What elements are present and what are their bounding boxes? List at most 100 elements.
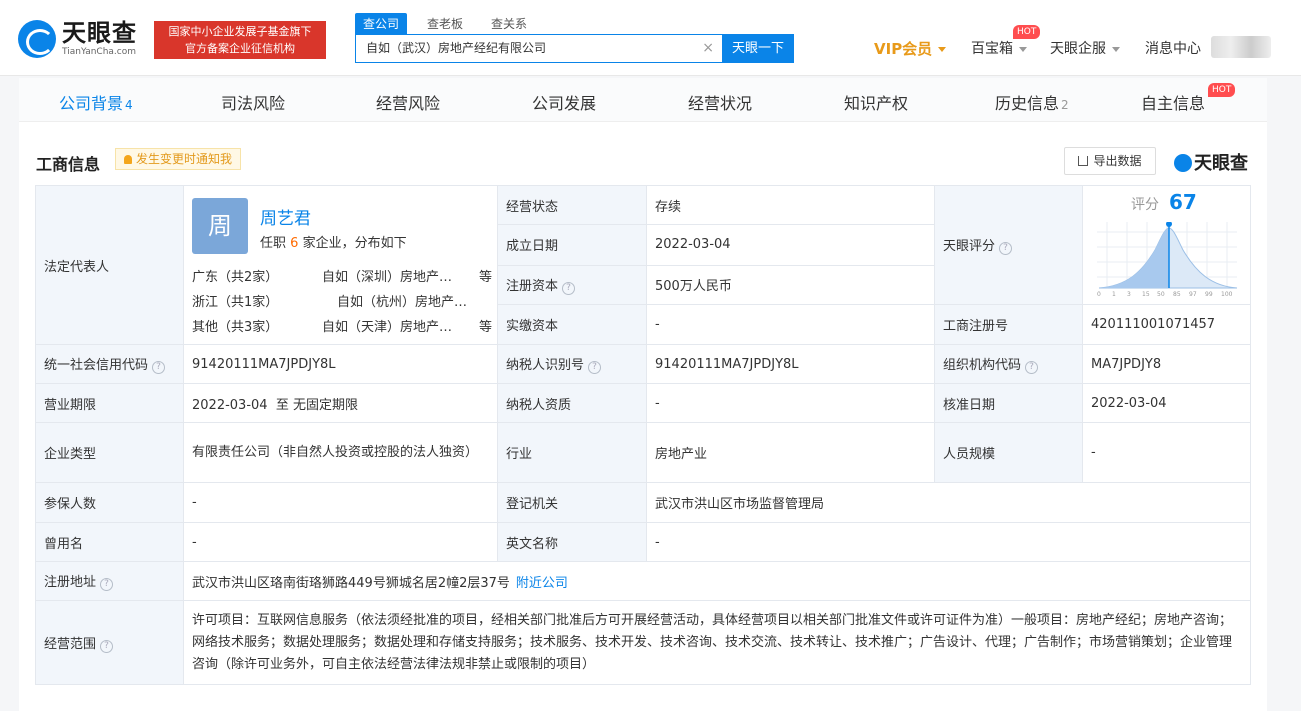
region-label: 其他（共3家）	[192, 320, 279, 335]
tab-self-info[interactable]: 自主信息	[1141, 90, 1205, 114]
top-header: 天眼查 TianYanCha.com 国家中小企业发展子基金旗下 官方备案企业征…	[0, 0, 1301, 76]
est-date-label: 成立日期	[497, 224, 647, 266]
approve-date-label: 核准日期	[934, 383, 1083, 423]
tab-label: 公司背景	[59, 94, 124, 113]
help-icon[interactable]: ?	[100, 578, 114, 591]
logo-eye-icon	[1174, 154, 1192, 172]
authority-label: 登记机关	[497, 482, 647, 523]
taxpayer-qual-label: 纳税人资质	[497, 383, 647, 423]
summary-count: 6	[290, 236, 299, 251]
chevron-down-icon	[1019, 46, 1027, 52]
legal-rep-avatar[interactable]: 周	[192, 198, 248, 254]
region-label: 浙江（共1家）	[192, 295, 279, 310]
staff-size-value: -	[1082, 422, 1251, 483]
staff-size-label: 人员规模	[934, 422, 1083, 483]
nearby-companies-link[interactable]: 附近公司	[516, 576, 568, 591]
credit-code-label-cell: 统一社会信用代码?	[35, 344, 184, 384]
export-data-button[interactable]: 导出数据	[1064, 147, 1156, 175]
search-input[interactable]: 自如（武汉）房地产经纪有限公司 ×	[355, 34, 723, 63]
credit-code-value: 91420111MA7JPDJY8L	[183, 344, 498, 384]
legal-rep-name-link[interactable]: 周艺君	[260, 204, 311, 229]
enterprise-service-menu[interactable]: 天眼企服	[1050, 38, 1120, 58]
score-cell[interactable]: 评分 67 0 1 3 15 50 85 97 99 100	[1082, 185, 1251, 305]
score-label-cell: 天眼评分?	[934, 185, 1083, 305]
legal-rep-label: 法定代表人	[35, 185, 184, 345]
gov-badge: 国家中小企业发展子基金旗下 官方备案企业征信机构	[154, 21, 326, 59]
tab-judicial-risk[interactable]: 司法风险	[221, 90, 285, 114]
biz-status-label: 经营状态	[497, 184, 647, 226]
region-etc: 等	[478, 320, 492, 335]
tab-company-background[interactable]: 公司背景 4	[59, 90, 133, 114]
taxpayer-id-label-cell: 纳税人识别号?	[497, 344, 647, 384]
taxpayer-qual-value: -	[646, 383, 935, 423]
summary-suffix: 家企业，分布如下	[302, 236, 407, 251]
help-icon[interactable]: ?	[562, 281, 576, 295]
help-icon[interactable]: ?	[152, 361, 166, 374]
vip-label: VIP会员	[874, 40, 933, 58]
tab-label: 历史信息	[995, 94, 1060, 113]
address-value: 武汉市洪山区珞南街珞狮路449号狮城名居2幢2层37号	[192, 575, 510, 591]
export-label: 导出数据	[1093, 154, 1142, 168]
paid-capital-label: 实缴资本	[497, 304, 647, 345]
org-code-label-cell: 组织机构代码?	[934, 344, 1083, 384]
tab-company-development[interactable]: 公司发展	[532, 90, 596, 114]
address-cell: 武汉市洪山区珞南街珞狮路449号狮城名居2幢2层37号 附近公司	[183, 561, 1251, 601]
baibaoxiang-label: 百宝箱	[971, 41, 1013, 57]
search-button[interactable]: 天眼一下	[722, 34, 794, 63]
biz-status-value: 存续	[646, 184, 935, 226]
chevron-down-icon	[1112, 46, 1120, 52]
legal-rep-cell: 周 周艺君 任职 6 家企业，分布如下 广东（共2家） 自如（深圳）房地产… 等 浙…	[183, 185, 498, 345]
logo-title: 天眼查	[62, 19, 137, 47]
address-label: 注册地址	[44, 575, 97, 590]
site-logo[interactable]: 天眼查 TianYanCha.com	[18, 20, 137, 58]
section-title: 工商信息	[36, 155, 101, 174]
tab-count: 4	[125, 98, 133, 112]
english-name-value: -	[646, 522, 1251, 562]
address-label-cell: 注册地址?	[35, 561, 184, 601]
org-code-label: 组织机构代码	[943, 358, 1022, 373]
term-value: 2022-03-04 至 无固定期限	[183, 383, 498, 423]
score-value: 67	[1169, 190, 1197, 214]
taxpayer-id-label: 纳税人识别号	[506, 358, 585, 373]
legal-rep-region-row[interactable]: 其他（共3家） 自如（天津）房地产… 等	[192, 316, 492, 335]
legal-rep-region-row[interactable]: 浙江（共1家） 自如（杭州）房地产…	[192, 291, 492, 310]
hot-badge: HOT	[1013, 25, 1041, 39]
change-notify-button[interactable]: 发生变更时通知我	[115, 148, 242, 170]
company-detail-card: 公司背景 4 司法风险 经营风险 公司发展 经营状况 知识产权 历史信息 2 自主信…	[19, 78, 1267, 711]
legal-rep-region-row[interactable]: 广东（共2家） 自如（深圳）房地产… 等	[192, 266, 492, 285]
bell-icon	[124, 155, 132, 164]
industry-value: 房地产业	[646, 422, 935, 483]
tab-operating-status[interactable]: 经营状况	[688, 90, 752, 114]
region-etc: 等	[478, 270, 492, 285]
clear-icon[interactable]: ×	[702, 35, 714, 62]
help-icon[interactable]: ?	[100, 639, 114, 653]
vip-member-menu[interactable]: VIP会员	[874, 38, 947, 59]
help-icon[interactable]: ?	[999, 242, 1013, 255]
user-avatar[interactable]	[1211, 36, 1271, 58]
est-date-value: 2022-03-04	[646, 224, 935, 266]
download-icon	[1078, 156, 1089, 166]
former-name-value: -	[183, 522, 498, 562]
logo-domain: TianYanCha.com	[62, 47, 137, 57]
search-tab-boss[interactable]: 查老板	[419, 13, 471, 34]
hot-badge: HOT	[1208, 83, 1236, 97]
tab-history[interactable]: 历史信息 2	[995, 90, 1069, 114]
message-center-link[interactable]: 消息中心	[1145, 38, 1201, 58]
score-tick: 100	[1221, 291, 1233, 298]
score-distribution-chart: 0 1 3 15 50 85 97 99 100	[1097, 222, 1238, 298]
tab-intellectual-property[interactable]: 知识产权	[844, 90, 908, 114]
search-tab-company[interactable]: 查公司	[355, 13, 408, 34]
tab-operating-risk[interactable]: 经营风险	[376, 90, 440, 114]
section-tabs: 公司背景 4 司法风险 经营风险 公司发展 经营状况 知识产权 历史信息 2 自主信…	[19, 78, 1267, 122]
search-tab-relation[interactable]: 查关系	[483, 13, 535, 34]
reg-no-label: 工商注册号	[934, 304, 1083, 345]
help-icon[interactable]: ?	[1025, 361, 1039, 374]
baibaoxiang-menu[interactable]: 百宝箱	[971, 38, 1027, 58]
business-info-table: 法定代表人 周 周艺君 任职 6 家企业，分布如下 广东（共2家） 自如（深圳）房…	[35, 184, 1251, 685]
score-label: 天眼评分	[943, 239, 996, 254]
reg-capital-value: 500万人民币	[646, 264, 935, 306]
gov-badge-line2: 官方备案企业征信机构	[185, 42, 295, 55]
help-icon[interactable]: ?	[588, 361, 602, 374]
scope-value: 许可项目：互联网信息服务（依法须经批准的项目，经相关部门批准后方可开展经营活动，…	[183, 600, 1251, 685]
insured-value: -	[183, 482, 498, 523]
